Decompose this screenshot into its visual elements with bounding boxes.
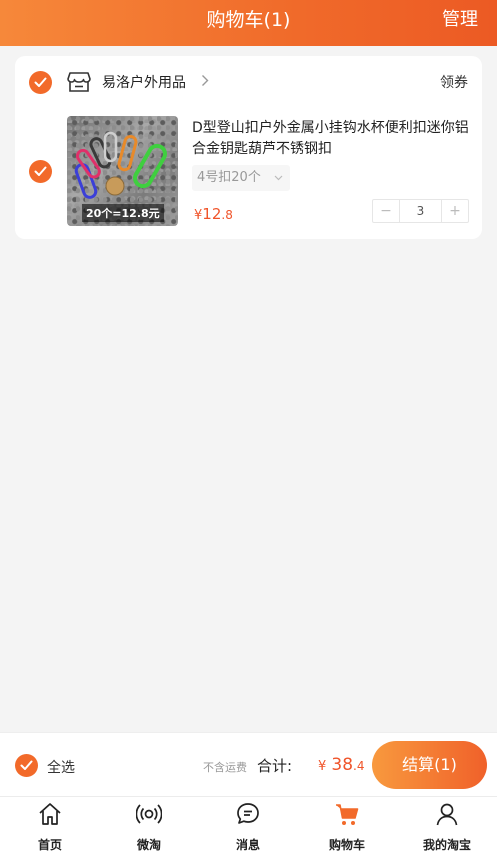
product-title[interactable]: D型登山扣户外金属小挂钩水杯便利扣迷你铝合金钥匙葫芦不锈钢扣 bbox=[192, 118, 472, 160]
broadcast-icon bbox=[136, 804, 162, 824]
tab-messages[interactable]: 消息 bbox=[208, 797, 288, 852]
tab-label: 微淘 bbox=[136, 838, 161, 852]
increase-button[interactable]: + bbox=[442, 200, 468, 222]
total-price: ¥ 38.4 bbox=[318, 755, 364, 775]
sku-selector[interactable]: 4号扣20个 bbox=[192, 165, 290, 191]
tab-label: 首页 bbox=[37, 838, 62, 852]
image-caption: 20个=12.8元 bbox=[82, 204, 164, 222]
tab-home[interactable]: 首页 bbox=[10, 797, 90, 852]
shipping-note: 不含运费 bbox=[203, 761, 247, 774]
page-title: 购物车(1) bbox=[206, 9, 291, 31]
shop-checkbox[interactable] bbox=[29, 71, 52, 94]
checkout-button[interactable]: 结算(1) bbox=[372, 741, 487, 789]
total-label: 合计: bbox=[257, 757, 293, 775]
total-decimal: .4 bbox=[353, 759, 365, 773]
check-icon bbox=[34, 166, 47, 176]
store-icon bbox=[67, 72, 91, 92]
check-icon bbox=[34, 77, 47, 87]
quantity-stepper: − 3 + bbox=[372, 199, 469, 223]
product-image[interactable]: 20个=12.8元 bbox=[67, 116, 178, 226]
tab-label: 购物车 bbox=[328, 838, 365, 852]
tab-weitao[interactable]: 微淘 bbox=[109, 797, 189, 852]
item-checkbox[interactable] bbox=[29, 160, 52, 183]
cart-icon bbox=[336, 804, 359, 825]
manage-button[interactable]: 管理 bbox=[442, 0, 478, 40]
price-decimal: .8 bbox=[221, 208, 233, 222]
chevron-right-icon[interactable] bbox=[201, 74, 209, 87]
bottom-tab-bar: 首页 微淘 消息 购物车 我的淘宝 bbox=[0, 796, 497, 852]
profile-icon bbox=[436, 803, 458, 826]
select-all-checkbox[interactable] bbox=[15, 754, 38, 777]
top-bar: 购物车(1) 管理 bbox=[0, 0, 497, 46]
price-integer: 12 bbox=[202, 205, 222, 223]
sku-label: 4号扣20个 bbox=[197, 170, 261, 185]
coupon-button[interactable]: 领券 bbox=[440, 72, 468, 92]
tab-my-taobao[interactable]: 我的淘宝 bbox=[407, 797, 487, 852]
check-icon bbox=[20, 760, 33, 770]
home-icon bbox=[39, 803, 61, 825]
chevron-down-icon bbox=[274, 175, 283, 181]
item-price: ¥12.8 bbox=[194, 204, 233, 223]
tab-label: 我的淘宝 bbox=[422, 838, 471, 852]
shop-card: 易洛户外用品 领券 20个=12.8元 D型登山扣户外金属小挂钩水杯便利扣迷你铝… bbox=[15, 56, 482, 239]
checkout-bar: 全选 不含运费 合计: ¥ 38.4 结算(1) bbox=[0, 732, 497, 796]
quantity-value[interactable]: 3 bbox=[399, 200, 442, 222]
tab-cart[interactable]: 购物车 bbox=[307, 797, 387, 852]
tab-label: 消息 bbox=[235, 838, 260, 852]
decrease-button[interactable]: − bbox=[373, 200, 399, 222]
select-all-label[interactable]: 全选 bbox=[47, 757, 75, 777]
message-icon bbox=[237, 803, 259, 824]
total-symbol: ¥ bbox=[318, 759, 327, 774]
shop-name[interactable]: 易洛户外用品 bbox=[102, 72, 186, 92]
total-integer: 38 bbox=[331, 755, 354, 775]
